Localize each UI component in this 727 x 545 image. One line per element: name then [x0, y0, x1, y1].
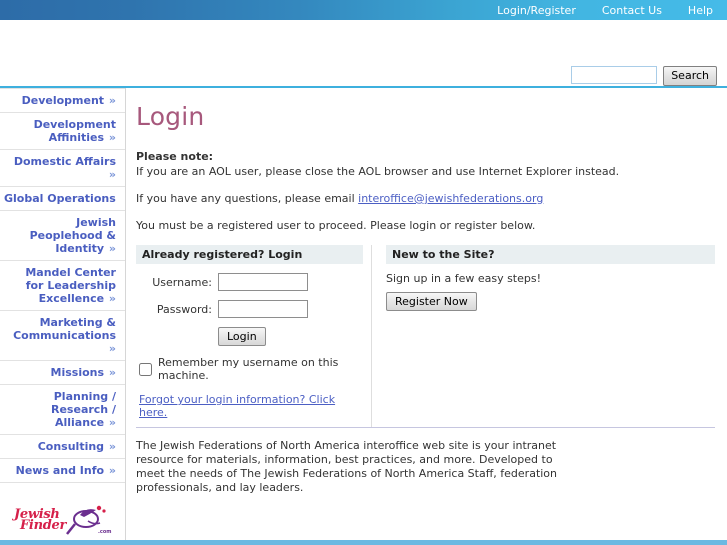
sidebar-item-planning-research-alliance[interactable]: Planning / Research / Alliance » [0, 385, 125, 435]
page-title: Login [136, 102, 205, 131]
search-input[interactable] [571, 66, 658, 84]
sidebar-item-label: Planning / Research / Alliance [51, 390, 116, 429]
sidebar-item-label: Development [21, 94, 105, 107]
footer-description-paragraph: The Jewish Federations of North America … [136, 439, 558, 494]
registered-user-paragraph: You must be a registered user to proceed… [136, 219, 536, 232]
sidebar-item-missions[interactable]: Missions » [0, 361, 125, 385]
please-note-text: If you are an AOL user, please close the… [136, 165, 620, 178]
bottom-accent-bar [0, 540, 727, 545]
chevron-double-right-icon: » [108, 131, 116, 144]
remember-username-row[interactable]: Remember my username on this machine. [136, 356, 363, 382]
login-button[interactable]: Login [218, 327, 266, 346]
page-body: Development » Development Affinities » D… [0, 88, 727, 540]
login-button-row: Login [136, 327, 363, 346]
sidebar-item-news-and-info[interactable]: News and Info » [0, 459, 125, 483]
sidebar-item-label: Domestic Affairs [13, 155, 116, 168]
chevron-double-right-icon: » [108, 292, 116, 305]
already-registered-panel: Already registered? Login Username: Pass… [136, 245, 372, 427]
sidebar-item-marketing-communications[interactable]: Marketing & Communications » [0, 311, 125, 361]
password-label: Password: [156, 302, 212, 316]
username-label: Username: [152, 275, 212, 289]
sidebar-item-label: Global Operations [4, 192, 116, 205]
sidebar-item-consulting[interactable]: Consulting » [0, 435, 125, 459]
new-to-site-heading: New to the Site? [386, 245, 715, 264]
remember-username-label: Remember my username on this machine. [158, 356, 339, 382]
notice-block: Please note: If you are an AOL user, ple… [136, 149, 715, 233]
site-header: Search [0, 20, 727, 86]
sidebar-item-development-affinities[interactable]: Development Affinities » [0, 113, 125, 150]
chevron-double-right-icon [116, 192, 117, 205]
sidebar-item-mandel-center[interactable]: Mandel Center for Leadership Excellence … [0, 261, 125, 311]
password-row: Password: [136, 300, 363, 318]
chevron-double-right-icon: » [108, 94, 116, 107]
sidebar-item-label: Jewish Peoplehood & Identity [29, 216, 116, 255]
sidebar-item-label: Missions [50, 366, 105, 379]
questions-paragraph: If you have any questions, please email … [136, 191, 715, 206]
sidebar-navigation: Development » Development Affinities » D… [0, 88, 126, 540]
username-input[interactable] [218, 273, 308, 291]
chevron-double-right-icon: » [108, 416, 116, 429]
sidebar-item-development[interactable]: Development » [0, 88, 125, 113]
password-input[interactable] [218, 300, 308, 318]
sidebar-item-label: Mandel Center for Leadership Excellence [25, 266, 116, 305]
sidebar-item-global-operations[interactable]: Global Operations [0, 187, 125, 211]
sidebar-item-domestic-affairs[interactable]: Domestic Affairs » [0, 150, 125, 187]
top-navigation-bar: Login/Register Contact Us Help [0, 0, 727, 20]
sidebar-item-label: Consulting [37, 440, 105, 453]
nav-link-contact-us[interactable]: Contact Us [602, 4, 662, 17]
register-now-button[interactable]: Register Now [386, 292, 477, 311]
sidebar-item-jewish-peoplehood-identity[interactable]: Jewish Peoplehood & Identity » [0, 211, 125, 261]
logo-text-dotcom: .com [98, 529, 112, 535]
login-register-panels: Already registered? Login Username: Pass… [136, 245, 715, 428]
remember-username-checkbox[interactable] [139, 362, 152, 376]
chevron-double-right-icon: » [108, 242, 116, 255]
already-registered-heading: Already registered? Login [136, 245, 363, 264]
jewishfinder-logo[interactable]: Jewish Finder .com [12, 505, 116, 539]
jewishfinder-logo-cell[interactable]: Jewish Finder .com [0, 483, 125, 545]
chevron-double-right-icon: » [108, 440, 116, 453]
nav-link-login-register[interactable]: Login/Register [497, 4, 576, 17]
chevron-double-right-icon: » [108, 342, 116, 355]
new-to-site-panel: New to the Site? Sign up in a few easy s… [372, 245, 715, 427]
questions-prefix-text: If you have any questions, please email [136, 192, 359, 205]
sidebar-item-label: News and Info [15, 464, 105, 477]
main-content: Login Please note: If you are an AOL use… [126, 88, 727, 540]
please-note-heading: Please note: [136, 150, 214, 163]
forgot-login-link[interactable]: Forgot your login information? Click her… [139, 393, 363, 419]
username-row: Username: [136, 273, 363, 291]
chevron-double-right-icon: » [108, 168, 116, 181]
chevron-double-right-icon: » [108, 366, 116, 379]
nav-link-help[interactable]: Help [688, 4, 713, 17]
interoffice-email-link[interactable]: interoffice@jewishfederations.org [358, 192, 543, 205]
sidebar-item-label: Marketing & Communications [13, 316, 116, 342]
search-area: Search [571, 66, 717, 86]
please-note-paragraph: Please note: If you are an AOL user, ple… [136, 149, 715, 179]
logo-text-finder: Finder [20, 518, 67, 533]
search-button[interactable]: Search [663, 66, 717, 86]
sidebar-item-label: Development Affinities [33, 118, 116, 144]
chevron-double-right-icon: » [108, 464, 116, 477]
signup-text: Sign up in a few easy steps! [386, 272, 542, 285]
